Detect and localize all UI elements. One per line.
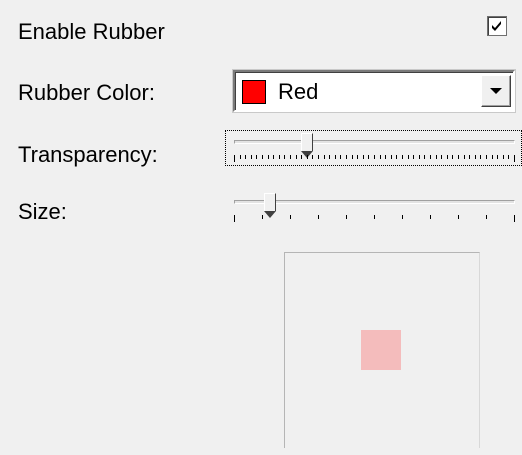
color-swatch — [242, 80, 266, 104]
slider-tick — [492, 155, 493, 159]
slider-tick — [508, 155, 509, 159]
slider-tick — [363, 155, 364, 159]
slider-tick — [430, 155, 431, 159]
slider-tick — [391, 155, 392, 159]
slider-tick — [514, 155, 515, 162]
slider-tick — [402, 215, 403, 219]
slider-tick — [396, 155, 397, 159]
rubber-color-select[interactable]: Red — [233, 70, 515, 112]
rubber-color-label: Rubber Color: — [18, 80, 155, 105]
slider-tick — [452, 155, 453, 159]
rubber-preview-swatch — [361, 330, 401, 370]
slider-tick — [234, 155, 235, 162]
slider-tick — [324, 155, 325, 159]
checkmark-icon — [492, 21, 501, 31]
slider-tick — [475, 155, 476, 159]
slider-tick — [458, 215, 459, 219]
slider-tick — [469, 155, 470, 159]
slider-track — [234, 140, 515, 144]
size-slider[interactable] — [226, 191, 521, 225]
slider-tick — [419, 155, 420, 159]
slider-tick — [346, 215, 347, 219]
enable-rubber-label: Enable Rubber — [18, 19, 165, 44]
enable-rubber-checkbox[interactable] — [487, 16, 507, 36]
slider-tick — [268, 155, 269, 159]
slider-tick — [441, 155, 442, 159]
slider-tick — [256, 155, 257, 159]
slider-tick — [368, 155, 369, 159]
dropdown-button[interactable] — [481, 75, 511, 107]
slider-tick — [245, 155, 246, 159]
slider-tick — [284, 155, 285, 159]
slider-tick — [408, 155, 409, 159]
rubber-preview — [284, 252, 480, 448]
rubber-color-value: Red — [278, 79, 319, 104]
slider-tick — [380, 155, 381, 159]
slider-tick — [346, 155, 347, 159]
slider-tick — [486, 155, 487, 159]
slider-thumb[interactable] — [264, 193, 276, 218]
slider-tick — [262, 215, 263, 219]
slider-tick — [279, 155, 280, 159]
slider-tick — [374, 215, 375, 219]
slider-tick — [436, 155, 437, 159]
slider-thumb[interactable] — [301, 133, 313, 158]
slider-tick — [430, 215, 431, 219]
slider-tick — [262, 155, 263, 159]
slider-track — [234, 200, 515, 204]
transparency-slider[interactable] — [225, 130, 522, 166]
slider-tick — [307, 155, 308, 159]
slider-tick — [234, 215, 235, 222]
slider-tick — [464, 155, 465, 159]
slider-tick — [312, 155, 313, 159]
slider-ticks — [234, 155, 515, 163]
slider-tick — [340, 155, 341, 159]
slider-tick — [251, 155, 252, 159]
slider-tick — [458, 155, 459, 159]
slider-tick — [486, 215, 487, 219]
slider-tick — [318, 155, 319, 159]
slider-tick — [480, 155, 481, 159]
slider-tick — [335, 155, 336, 159]
slider-tick — [503, 155, 504, 159]
slider-tick — [318, 215, 319, 219]
transparency-label: Transparency: — [18, 142, 158, 167]
slider-tick — [296, 155, 297, 159]
slider-tick — [514, 215, 515, 222]
slider-tick — [413, 155, 414, 159]
slider-tick — [329, 155, 330, 159]
slider-tick — [447, 155, 448, 159]
slider-tick — [385, 155, 386, 159]
slider-tick — [497, 155, 498, 159]
slider-tick — [374, 155, 375, 159]
slider-tick — [290, 215, 291, 219]
slider-tick — [357, 155, 358, 159]
slider-ticks — [234, 215, 515, 223]
chevron-down-icon — [490, 88, 502, 94]
slider-tick — [424, 155, 425, 159]
slider-tick — [240, 155, 241, 159]
slider-tick — [301, 155, 302, 159]
size-label: Size: — [18, 199, 67, 224]
slider-tick — [273, 155, 274, 159]
slider-tick — [402, 155, 403, 159]
slider-tick — [352, 155, 353, 159]
slider-tick — [290, 155, 291, 159]
